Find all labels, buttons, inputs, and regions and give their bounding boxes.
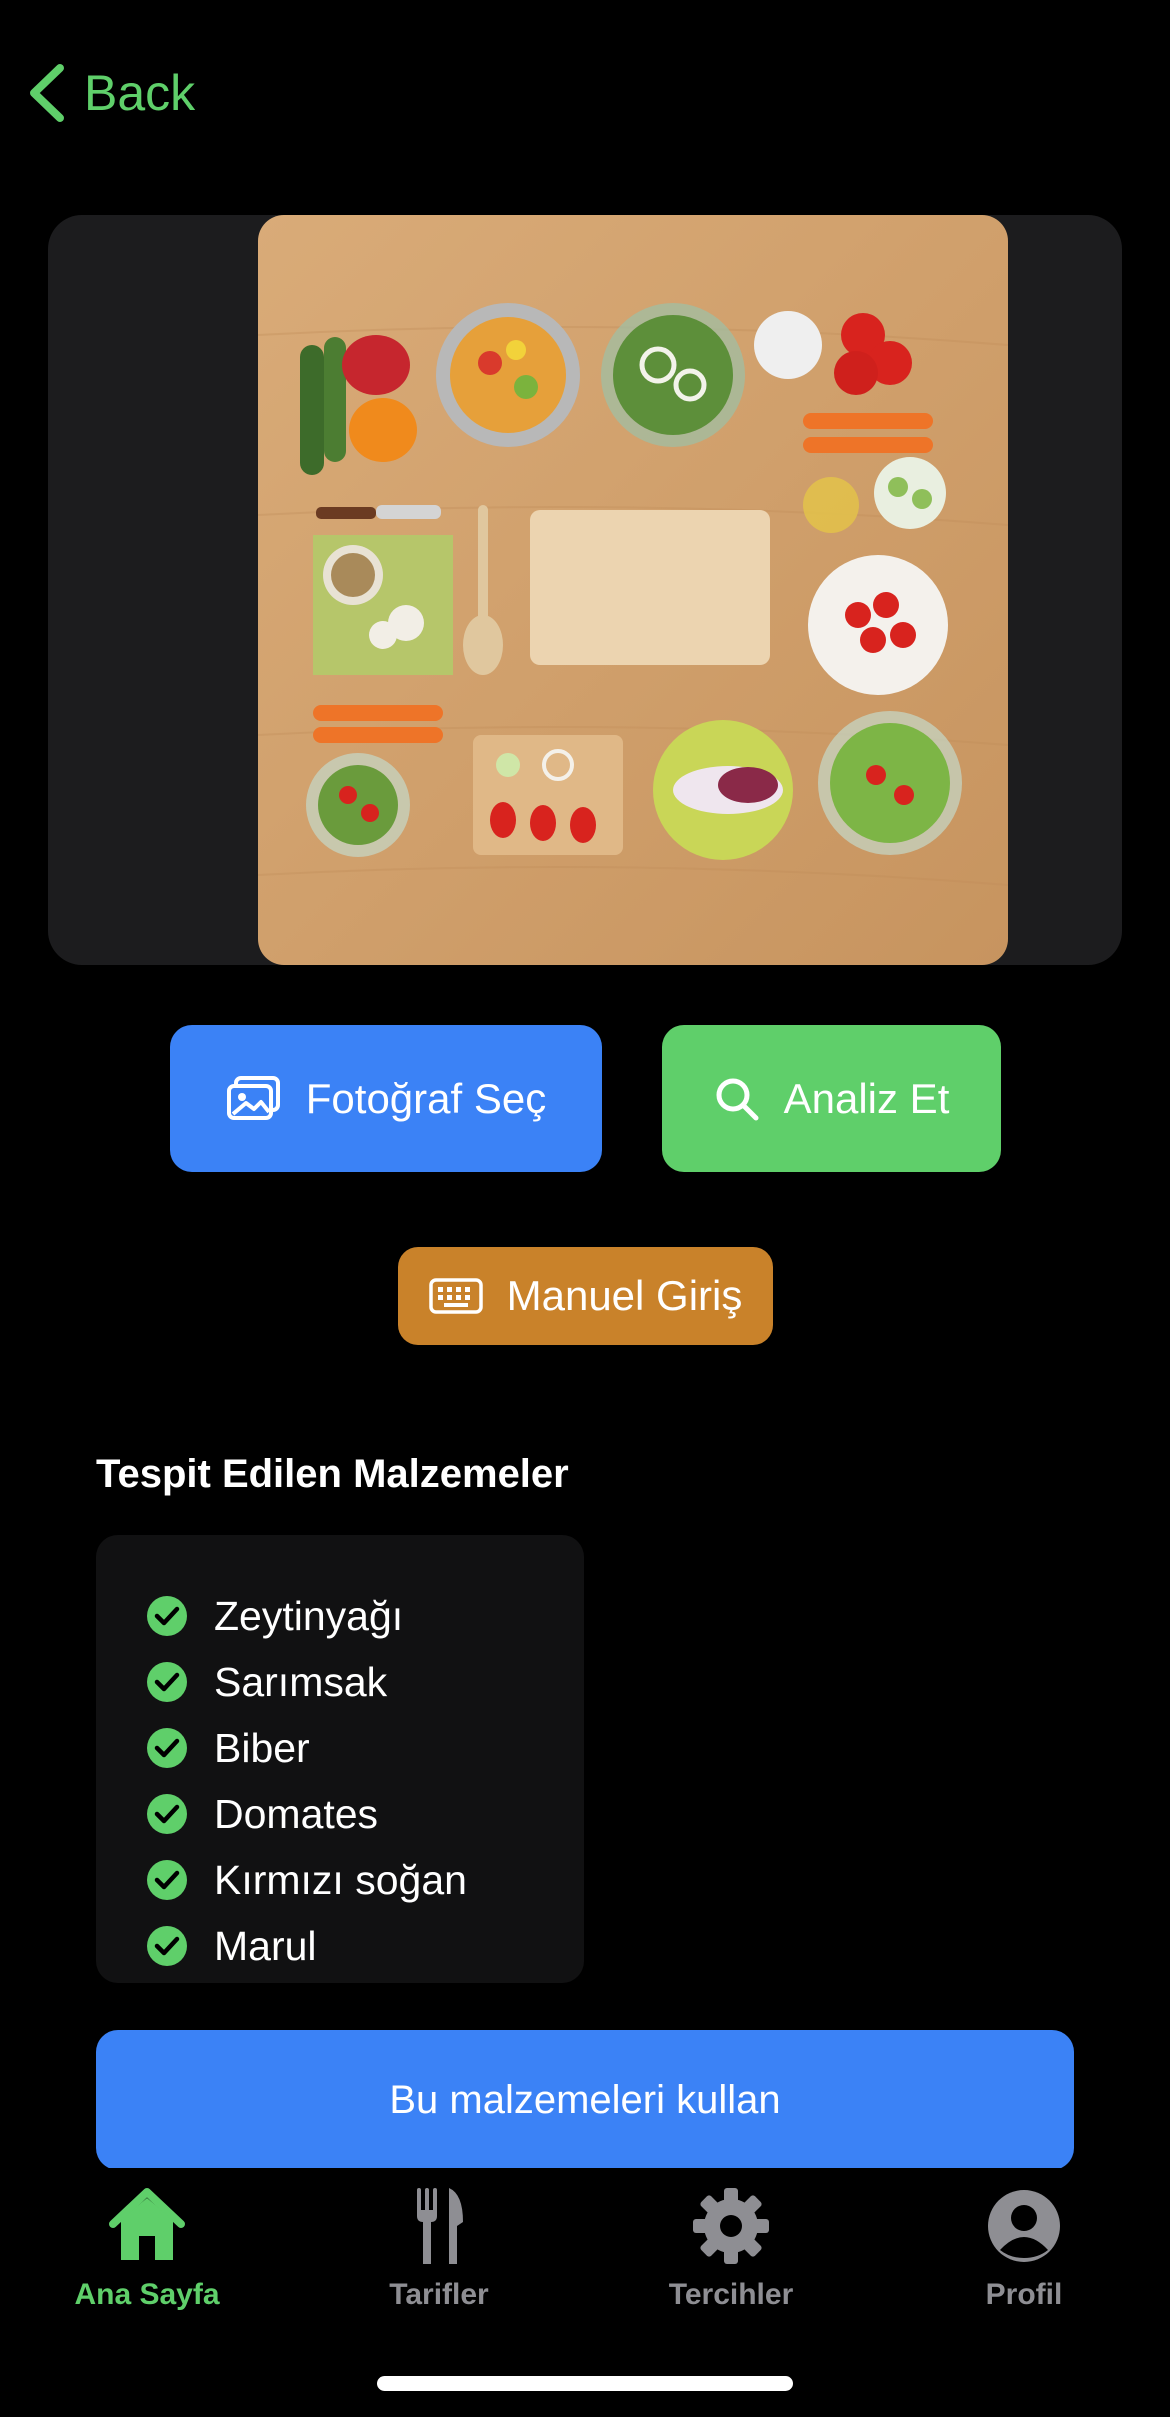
ingredient-name: Domates bbox=[214, 1790, 379, 1837]
photo-gallery-icon bbox=[226, 1075, 280, 1120]
gear-icon bbox=[693, 2188, 769, 2264]
check-circle-icon bbox=[147, 1728, 187, 1768]
ingredients-title: Tespit Edilen Malzemeler bbox=[96, 1452, 569, 1496]
list-item: Zeytinyağı bbox=[146, 1583, 584, 1649]
selected-photo bbox=[258, 215, 1008, 965]
image-preview-card bbox=[48, 215, 1122, 965]
analyze-button[interactable]: Analiz Et bbox=[662, 1025, 1001, 1172]
tab-home[interactable]: Ana Sayfa bbox=[27, 2184, 267, 2324]
tab-profile-label: Profil bbox=[985, 2278, 1063, 2311]
check-circle-icon bbox=[147, 1926, 187, 1966]
list-item: Biber bbox=[146, 1715, 584, 1781]
list-item: Sarımsak bbox=[146, 1649, 584, 1715]
analyze-label: Analiz Et bbox=[783, 1074, 950, 1122]
select-photo-label: Fotoğraf Seç bbox=[305, 1074, 547, 1122]
list-item-partial bbox=[146, 1979, 584, 1983]
manual-entry-label: Manuel Giriş bbox=[506, 1272, 743, 1319]
back-button[interactable]: Back bbox=[24, 58, 195, 128]
ingredient-name: Kırmızı soğan bbox=[214, 1856, 467, 1903]
ingredient-name: Marul bbox=[214, 1922, 317, 1969]
back-label: Back bbox=[84, 65, 196, 121]
check-circle-icon bbox=[147, 1596, 187, 1636]
select-photo-button[interactable]: Fotoğraf Seç bbox=[170, 1025, 602, 1172]
home-icon bbox=[109, 2188, 185, 2260]
home-indicator bbox=[377, 2376, 793, 2391]
chevron-left-icon bbox=[30, 64, 64, 122]
food-photo-illustration bbox=[258, 215, 1008, 965]
tab-preferences-label: Tercihler bbox=[668, 2278, 794, 2311]
fork-knife-icon bbox=[417, 2188, 463, 2264]
screen: Back Fotoğraf Seç Analiz Et Manuel Giriş… bbox=[0, 0, 1170, 2417]
ingredients-list[interactable]: Zeytinyağı Sarımsak Biber Domates Kırmız… bbox=[96, 1535, 584, 1983]
check-circle-icon bbox=[147, 1860, 187, 1900]
person-icon bbox=[988, 2190, 1060, 2262]
check-circle-icon bbox=[147, 1662, 187, 1702]
manual-entry-button[interactable]: Manuel Giriş bbox=[398, 1247, 773, 1345]
search-icon bbox=[716, 1078, 759, 1120]
ingredient-name: Zeytinyağı bbox=[214, 1592, 404, 1639]
keyboard-icon bbox=[428, 1278, 483, 1314]
tab-recipes-label: Tarifler bbox=[389, 2278, 489, 2311]
use-ingredients-button[interactable]: Bu malzemeleri kullan bbox=[96, 2030, 1074, 2170]
list-item: Domates bbox=[146, 1781, 584, 1847]
tab-recipes[interactable]: Tarifler bbox=[319, 2184, 559, 2324]
tab-profile[interactable]: Profil bbox=[904, 2184, 1144, 2324]
list-item: Marul bbox=[146, 1913, 584, 1979]
check-circle-icon bbox=[147, 1794, 187, 1834]
list-item: Kırmızı soğan bbox=[146, 1847, 584, 1913]
use-ingredients-label: Bu malzemeleri kullan bbox=[389, 2077, 781, 2122]
ingredient-name: Sarımsak bbox=[214, 1658, 388, 1705]
ingredient-name: Biber bbox=[214, 1724, 310, 1771]
tab-home-label: Ana Sayfa bbox=[74, 2278, 220, 2311]
tab-preferences[interactable]: Tercihler bbox=[611, 2184, 851, 2324]
